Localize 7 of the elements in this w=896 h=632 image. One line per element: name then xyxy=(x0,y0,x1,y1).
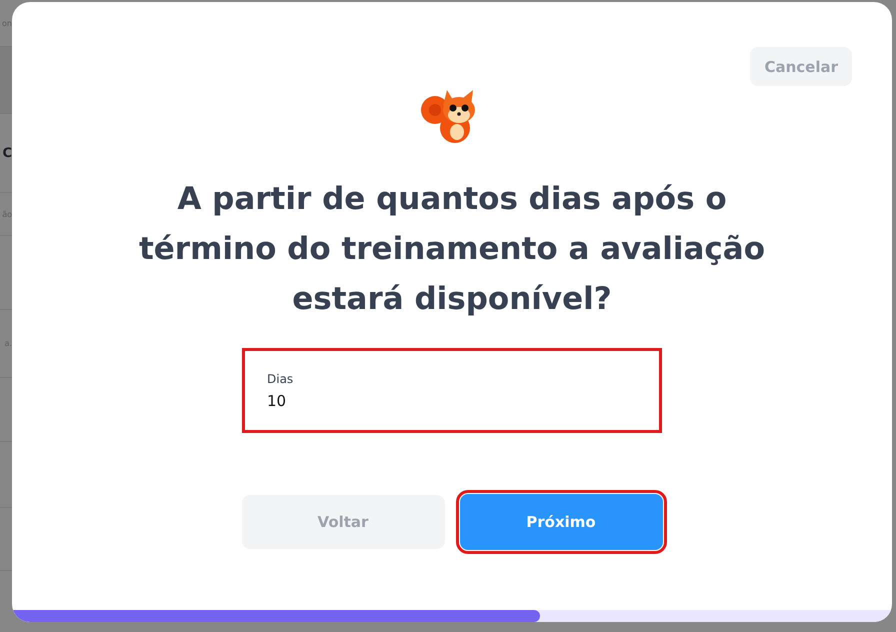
background-text: C xyxy=(2,146,12,160)
question-heading: A partir de quantos dias após o término do treinamento a avaliação estará disponível? xyxy=(138,180,766,319)
days-field[interactable]: Dias 10 xyxy=(242,348,662,433)
cancel-button[interactable]: Cancelar xyxy=(750,47,852,86)
next-button[interactable]: Próximo xyxy=(460,494,662,550)
field-label: Dias xyxy=(267,372,294,386)
back-button[interactable]: Voltar xyxy=(242,495,444,549)
